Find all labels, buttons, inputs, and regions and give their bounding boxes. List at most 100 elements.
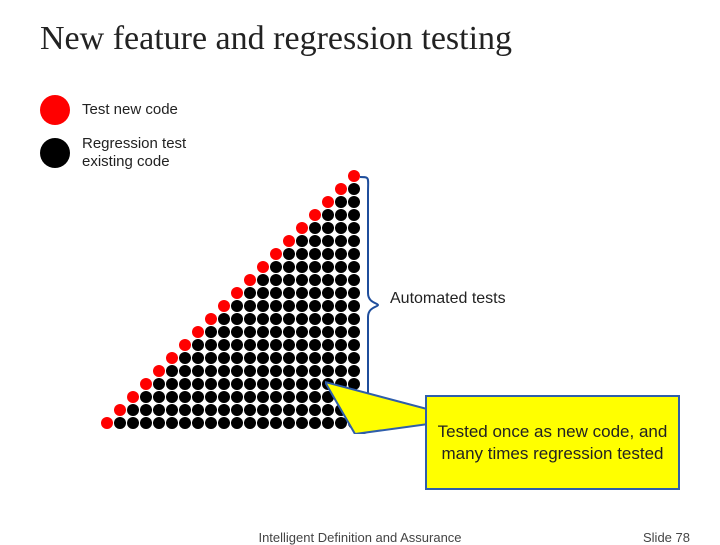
dot-new (153, 365, 165, 377)
dot-regression (218, 365, 230, 377)
triangle-row (80, 352, 360, 365)
dot-regression (296, 417, 308, 429)
dot-regression (218, 417, 230, 429)
dot-regression (270, 261, 282, 273)
legend-dot-red-icon (40, 95, 70, 125)
dot-regression (296, 404, 308, 416)
dot-regression (257, 300, 269, 312)
triangle-row (80, 326, 360, 339)
dot-new (244, 274, 256, 286)
dot-regression (335, 300, 347, 312)
dot-regression (309, 313, 321, 325)
dot-regression (270, 417, 282, 429)
dot-regression (218, 404, 230, 416)
dot-new (192, 326, 204, 338)
triangle-row (80, 339, 360, 352)
dot-regression (270, 339, 282, 351)
dot-regression (322, 274, 334, 286)
dot-regression (296, 248, 308, 260)
dot-regression (270, 326, 282, 338)
triangle-row (80, 404, 360, 417)
dot-regression (257, 352, 269, 364)
dot-new (309, 209, 321, 221)
triangle-row (80, 248, 360, 261)
dot-regression (296, 287, 308, 299)
dot-regression (231, 365, 243, 377)
dot-regression (179, 391, 191, 403)
dot-new (270, 248, 282, 260)
footer-slide-num: 78 (676, 530, 690, 545)
dot-new (283, 235, 295, 247)
dot-regression (335, 209, 347, 221)
triangle-row (80, 183, 360, 196)
dot-regression (153, 391, 165, 403)
callout-text: Tested once as new code, and many times … (433, 421, 672, 464)
triangle-row (80, 287, 360, 300)
triangle-row (80, 261, 360, 274)
dot-regression (257, 417, 269, 429)
legend-item-new: Test new code (40, 95, 186, 125)
dot-regression (322, 235, 334, 247)
triangle-row (80, 300, 360, 313)
dot-regression (231, 326, 243, 338)
dot-regression (218, 391, 230, 403)
dot-regression (218, 313, 230, 325)
dot-regression (140, 391, 152, 403)
dot-regression (309, 404, 321, 416)
footer-slide-number: Slide 78 (643, 530, 690, 545)
dot-regression (283, 300, 295, 312)
dot-regression (296, 391, 308, 403)
dot-regression (296, 339, 308, 351)
page-title: New feature and regression testing (0, 0, 720, 58)
dot-regression (309, 378, 321, 390)
dot-regression (335, 196, 347, 208)
dot-regression (231, 391, 243, 403)
dot-regression (192, 352, 204, 364)
dot-regression (127, 404, 139, 416)
dot-regression (335, 352, 347, 364)
dot-new (101, 417, 113, 429)
dot-regression (322, 313, 334, 325)
dot-regression (335, 313, 347, 325)
dot-regression (244, 391, 256, 403)
dot-regression (153, 378, 165, 390)
legend-label-regression: Regression testexisting code (82, 135, 186, 171)
dot-regression (322, 248, 334, 260)
dot-regression (322, 209, 334, 221)
triangle-row (80, 196, 360, 209)
dot-regression (205, 339, 217, 351)
dot-regression (322, 300, 334, 312)
triangle-row (80, 417, 360, 430)
dot-regression (270, 313, 282, 325)
triangle-row (80, 313, 360, 326)
dot-regression (114, 417, 126, 429)
triangle-row (80, 209, 360, 222)
dot-regression (270, 404, 282, 416)
dot-regression (309, 287, 321, 299)
dot-regression (192, 404, 204, 416)
dot-regression (309, 235, 321, 247)
dot-regression (257, 313, 269, 325)
dot-regression (283, 365, 295, 377)
dot-regression (283, 274, 295, 286)
dot-regression (309, 248, 321, 260)
dot-regression (140, 404, 152, 416)
dot-regression (283, 404, 295, 416)
dot-regression (192, 365, 204, 377)
dot-regression (166, 391, 178, 403)
dot-regression (296, 300, 308, 312)
dot-regression (205, 391, 217, 403)
dot-regression (257, 326, 269, 338)
dot-regression (322, 352, 334, 364)
dot-regression (153, 417, 165, 429)
dot-regression (335, 261, 347, 273)
dot-regression (309, 365, 321, 377)
legend: Test new code Regression testexisting co… (40, 95, 186, 181)
dot-regression (322, 261, 334, 273)
dot-regression (231, 313, 243, 325)
dot-regression (127, 417, 139, 429)
dot-regression (257, 404, 269, 416)
dot-regression (218, 378, 230, 390)
dot-regression (335, 222, 347, 234)
dot-new (166, 352, 178, 364)
